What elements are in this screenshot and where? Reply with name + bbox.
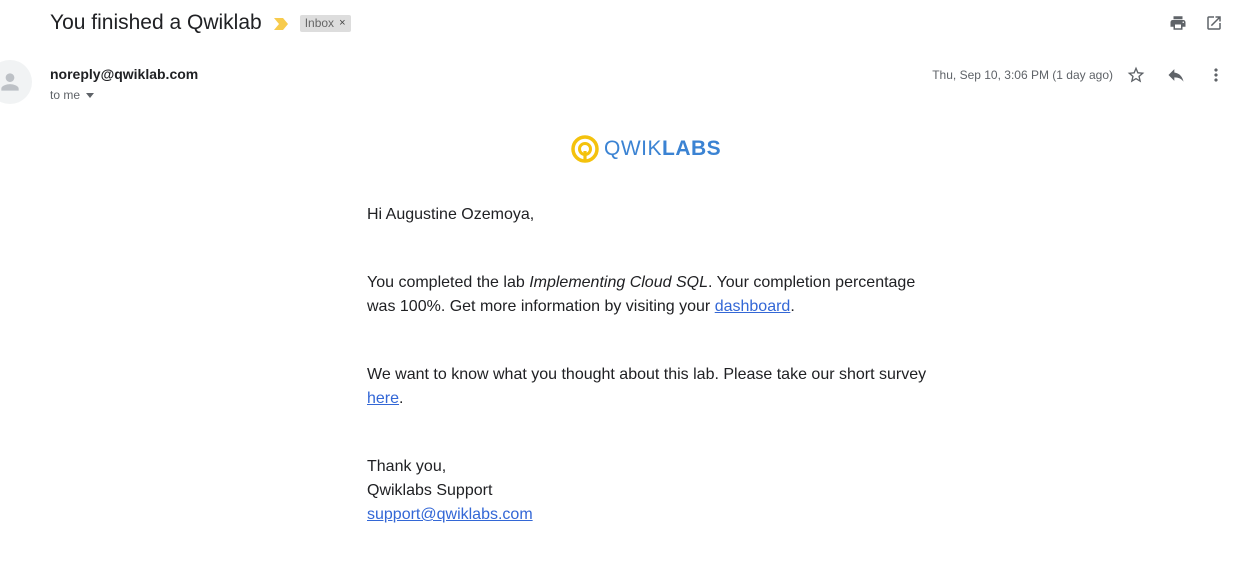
label-chip-text: Inbox (304, 15, 335, 30)
survey-link[interactable]: here (367, 390, 399, 407)
closing-team: Qwiklabs Support (367, 482, 493, 499)
logo-wordmark-light: QWIK (604, 137, 662, 160)
greeting: Hi Augustine Ozemoya, (367, 206, 535, 223)
completion-text-start: You completed the lab (367, 274, 530, 291)
survey-paragraph: We want to know what you thought about t… (367, 363, 927, 411)
recipient-label: to me (50, 88, 81, 102)
sender-email[interactable]: noreply@qwiklab.com (50, 66, 198, 82)
closing-thanks: Thank you, (367, 458, 447, 475)
print-icon[interactable] (1169, 14, 1187, 32)
star-icon[interactable] (1125, 64, 1147, 86)
support-email-link[interactable]: support@qwiklabs.com (367, 506, 533, 523)
subject-row: You finished a Qwiklab Inbox × (50, 8, 351, 38)
reply-icon[interactable] (1165, 64, 1187, 86)
person-icon (1, 73, 19, 91)
chevron-down-icon[interactable] (86, 92, 95, 98)
open-in-new-window-icon[interactable] (1205, 14, 1223, 32)
completion-text-end: . (790, 298, 795, 315)
lab-name: Implementing Cloud SQL (529, 274, 708, 291)
qwiklabs-logo: QWIKLABS (571, 135, 721, 163)
recipient-details[interactable]: to me (50, 88, 95, 102)
sender-avatar[interactable] (0, 60, 32, 104)
logo-wordmark: QWIKLABS (604, 137, 721, 161)
inbox-label-chip: Inbox × (299, 14, 351, 32)
qwiklabs-logo-icon (571, 135, 599, 163)
message-date: Thu, Sep 10, 3:06 PM (1 day ago) (932, 68, 1113, 82)
email-subject: You finished a Qwiklab (50, 11, 262, 34)
signature: Thank you, Qwiklabs Support support@qwik… (367, 455, 927, 527)
thread-actions (1169, 14, 1223, 32)
dashboard-link[interactable]: dashboard (715, 298, 791, 315)
remove-label-icon[interactable]: × (339, 17, 345, 29)
completion-paragraph: You completed the lab Implementing Cloud… (367, 271, 927, 319)
logo-wordmark-bold: LABS (662, 137, 722, 160)
survey-text: We want to know what you thought about t… (367, 366, 927, 383)
survey-text-end: . (399, 390, 404, 407)
importance-marker-icon[interactable] (273, 17, 288, 30)
more-vert-icon[interactable] (1205, 64, 1227, 86)
message-actions (1125, 64, 1227, 86)
